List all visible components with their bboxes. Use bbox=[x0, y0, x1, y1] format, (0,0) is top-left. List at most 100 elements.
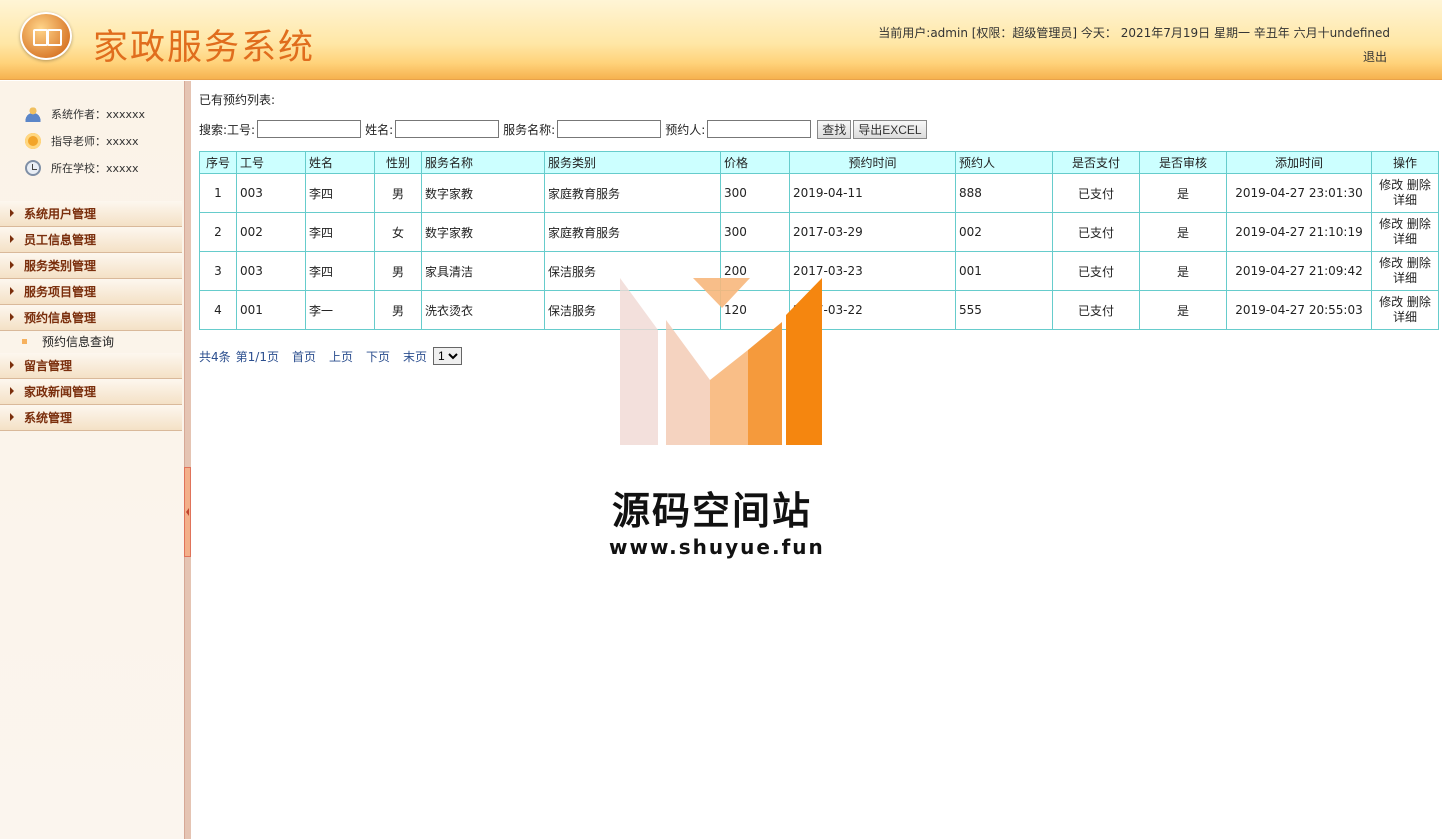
detail-link[interactable]: 详细 bbox=[1393, 193, 1417, 207]
service-name-label: 服务名称: bbox=[503, 122, 556, 137]
cell-added-time: 2019-04-27 20:55:03 bbox=[1226, 290, 1372, 330]
name-input[interactable] bbox=[395, 120, 500, 138]
booking-table: 序号 工号 姓名 性别 服务名称 服务类别 价格 预约时间 预约人 是否支付 是… bbox=[199, 151, 1439, 330]
cell-gender: 女 bbox=[374, 212, 422, 252]
watermark-name: 源码空间站 bbox=[612, 489, 813, 533]
sidebar-collapse-handle[interactable] bbox=[184, 467, 191, 557]
cell-emp-no: 003 bbox=[236, 251, 306, 291]
find-button[interactable]: 查找 bbox=[817, 119, 852, 139]
cell-booker: 002 bbox=[955, 212, 1053, 252]
edit-link[interactable]: 修改 bbox=[1379, 256, 1403, 270]
cell-name: 李四 bbox=[305, 251, 375, 291]
cell-gender: 男 bbox=[374, 251, 422, 291]
menu-service-items[interactable]: 服务项目管理 bbox=[0, 279, 182, 305]
cell-paid-status: 已支付 bbox=[1052, 290, 1140, 330]
cell-reviewed: 是 bbox=[1139, 290, 1227, 330]
detail-link[interactable]: 详细 bbox=[1393, 232, 1417, 246]
col-paid: 是否支付 bbox=[1052, 151, 1140, 174]
menu-messages[interactable]: 留言管理 bbox=[0, 353, 182, 379]
cell-service-name: 洗衣烫衣 bbox=[421, 290, 545, 330]
cell-paid-status: 已支付 bbox=[1052, 251, 1140, 291]
service-name-input[interactable] bbox=[557, 120, 662, 138]
booker-label: 预约人: bbox=[665, 122, 706, 137]
cell-actions: 修改 删除 详细 bbox=[1371, 251, 1439, 291]
watermark-url: www.shuyue.fun bbox=[609, 535, 825, 559]
cell-added-time: 2019-04-27 21:09:42 bbox=[1226, 251, 1372, 291]
col-reviewed: 是否审核 bbox=[1139, 151, 1227, 174]
detail-link[interactable]: 详细 bbox=[1393, 310, 1417, 324]
edit-link[interactable]: 修改 bbox=[1379, 217, 1403, 231]
delete-link[interactable]: 删除 bbox=[1407, 256, 1431, 270]
cell-booking-time: 2017-03-23 bbox=[789, 251, 956, 291]
cell-reviewed: 是 bbox=[1139, 173, 1227, 213]
submenu-booking-query[interactable]: 预约信息查询 bbox=[0, 331, 182, 353]
menu-booking-info[interactable]: 预约信息管理 bbox=[0, 305, 182, 331]
cell-reviewed: 是 bbox=[1139, 251, 1227, 291]
delete-link[interactable]: 删除 bbox=[1407, 217, 1431, 231]
sidebar-menu: 系统用户管理 员工信息管理 服务类别管理 服务项目管理 预约信息管理 预约信息查… bbox=[0, 201, 182, 431]
menu-employee-info[interactable]: 员工信息管理 bbox=[0, 227, 182, 253]
col-booking-time: 预约时间 bbox=[789, 151, 956, 174]
cell-actions: 修改 删除 详细 bbox=[1371, 173, 1439, 213]
cell-service-category: 保洁服务 bbox=[544, 251, 721, 291]
cell-booker: 555 bbox=[955, 290, 1053, 330]
menu-news[interactable]: 家政新闻管理 bbox=[0, 379, 182, 405]
cell-price: 300 bbox=[720, 212, 790, 252]
cell-name: 李一 bbox=[305, 290, 375, 330]
search-prefix: 搜索: bbox=[199, 122, 228, 137]
pagination: 共4条 第1/1页 首页 上页 下页 末页 1 bbox=[199, 347, 463, 365]
logout-link[interactable]: 退出 bbox=[1363, 48, 1387, 65]
cell-service-name: 数字家教 bbox=[421, 173, 545, 213]
table-header-row: 序号 工号 姓名 性别 服务名称 服务类别 价格 预约时间 预约人 是否支付 是… bbox=[199, 151, 1439, 174]
table-row: 2 002 李四 女 数字家教 家庭教育服务 300 2017-03-29 00… bbox=[199, 212, 1439, 252]
cell-service-name: 数字家教 bbox=[421, 212, 545, 252]
cell-paid-status: 已支付 bbox=[1052, 173, 1140, 213]
pager-next[interactable]: 下页 bbox=[366, 348, 390, 365]
cell-booking-time: 2019-04-11 bbox=[789, 173, 956, 213]
cell-service-category: 家庭教育服务 bbox=[544, 212, 721, 252]
cell-actions: 修改 删除 详细 bbox=[1371, 290, 1439, 330]
detail-link[interactable]: 详细 bbox=[1393, 271, 1417, 285]
table-row: 4 001 李一 男 洗衣烫衣 保洁服务 120 2017-03-22 555 … bbox=[199, 290, 1439, 330]
info-teacher: 指导老师：xxxxx bbox=[25, 132, 139, 150]
cell-actions: 修改 删除 详细 bbox=[1371, 212, 1439, 252]
col-booker: 预约人 bbox=[955, 151, 1053, 174]
users-icon bbox=[25, 106, 41, 122]
cell-paid-status: 已支付 bbox=[1052, 212, 1140, 252]
list-title: 已有预约列表: bbox=[199, 93, 276, 107]
col-added-time: 添加时间 bbox=[1226, 151, 1372, 174]
info-author: 系统作者：xxxxxx bbox=[25, 105, 145, 123]
col-service-category: 服务类别 bbox=[544, 151, 721, 174]
cell-service-name: 家具清洁 bbox=[421, 251, 545, 291]
pager-first[interactable]: 首页 bbox=[292, 348, 316, 365]
cell-name: 李四 bbox=[305, 173, 375, 213]
pager-last[interactable]: 末页 bbox=[403, 348, 427, 365]
page-select[interactable]: 1 bbox=[433, 347, 463, 365]
cell-index: 1 bbox=[199, 173, 237, 213]
header: 家政服务系统 当前用户:admin [权限：超级管理员] 今天： 2021年7月… bbox=[0, 0, 1442, 80]
pager-prev[interactable]: 上页 bbox=[329, 348, 353, 365]
export-excel-button[interactable]: 导出EXCEL bbox=[853, 119, 927, 139]
cell-emp-no: 003 bbox=[236, 173, 306, 213]
cell-price: 120 bbox=[720, 290, 790, 330]
pager-page: 第1/1页 bbox=[235, 349, 279, 364]
menu-service-category[interactable]: 服务类别管理 bbox=[0, 253, 182, 279]
emp-no-input[interactable] bbox=[257, 120, 362, 138]
cell-emp-no: 001 bbox=[236, 290, 306, 330]
logo-icon bbox=[20, 12, 72, 60]
cell-reviewed: 是 bbox=[1139, 212, 1227, 252]
booker-input[interactable] bbox=[707, 120, 812, 138]
delete-link[interactable]: 删除 bbox=[1407, 295, 1431, 309]
menu-system-users[interactable]: 系统用户管理 bbox=[0, 201, 182, 227]
menu-system[interactable]: 系统管理 bbox=[0, 405, 182, 431]
cell-emp-no: 002 bbox=[236, 212, 306, 252]
edit-link[interactable]: 修改 bbox=[1379, 295, 1403, 309]
col-service-name: 服务名称 bbox=[421, 151, 545, 174]
cell-service-category: 家庭教育服务 bbox=[544, 173, 721, 213]
cell-booking-time: 2017-03-29 bbox=[789, 212, 956, 252]
cell-added-time: 2019-04-27 21:10:19 bbox=[1226, 212, 1372, 252]
cell-name: 李四 bbox=[305, 212, 375, 252]
edit-link[interactable]: 修改 bbox=[1379, 178, 1403, 192]
delete-link[interactable]: 删除 bbox=[1407, 178, 1431, 192]
cell-booker: 888 bbox=[955, 173, 1053, 213]
